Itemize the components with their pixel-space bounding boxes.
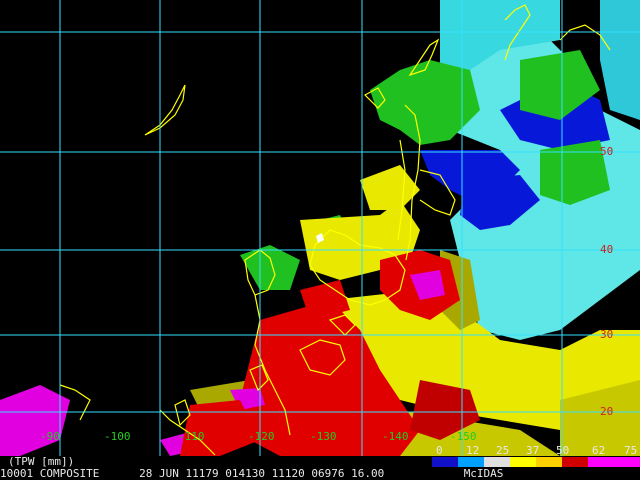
time-text: 014130 — [225, 467, 265, 480]
frame-number: 1 — [0, 467, 7, 480]
lon-label: -90 — [40, 430, 60, 443]
lon-label: -140 — [382, 430, 409, 443]
scale-ticks: 0 12 25 37 50 62 75 — [432, 444, 640, 457]
product-id: 0001 — [6, 467, 34, 480]
brand-text: McIDAS — [463, 467, 504, 480]
status-bar: 0 12 25 37 50 62 75 (TPW [mm]) 10001 COM… — [0, 444, 640, 480]
lon-label: -100 — [104, 430, 131, 443]
scale-swatch — [484, 457, 510, 467]
lat-label: 30 — [600, 328, 613, 341]
lon-label: -120 — [248, 430, 275, 443]
lat-label: 50 — [600, 145, 613, 158]
scale-swatch — [432, 457, 458, 467]
scale-swatch — [588, 457, 614, 467]
res-value: 16.00 — [351, 467, 385, 480]
lon-label: -110 — [178, 430, 205, 443]
lat-label: 20 — [600, 405, 613, 418]
date-text: 28 JUN 11179 — [139, 467, 219, 480]
sat-info: 11120 06976 — [271, 467, 345, 480]
source-name: COMPOSITE — [39, 467, 100, 480]
scale-swatch — [536, 457, 562, 467]
scale-swatch — [562, 457, 588, 467]
scale-swatch — [510, 457, 536, 467]
scale-swatch — [614, 457, 640, 467]
tpw-map: 50 40 30 20 -90 -100 -110 -120 -130 -140… — [0, 0, 640, 480]
lon-label: -150 — [450, 430, 477, 443]
lon-label: -130 — [310, 430, 337, 443]
lat-label: 40 — [600, 243, 613, 256]
status-line: 10001 COMPOSITE 28 JUN 11179 014130 1112… — [0, 468, 503, 480]
scale-swatch — [458, 457, 484, 467]
